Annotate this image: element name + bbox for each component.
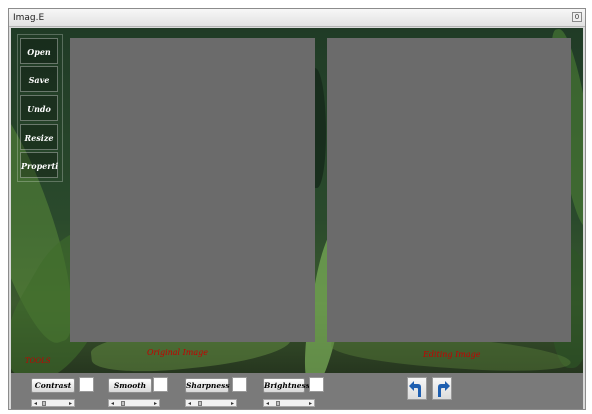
original-image-caption: Original Image bbox=[147, 348, 209, 357]
resize-button[interactable]: Resize bbox=[20, 124, 58, 150]
editing-image-caption: Editing Image bbox=[423, 350, 481, 359]
contrast-slider[interactable]: ◂ ▸ bbox=[31, 399, 75, 407]
close-button[interactable]: 0 bbox=[572, 12, 582, 22]
contrast-slider-thumb[interactable] bbox=[42, 401, 46, 406]
redo-arrow-button[interactable] bbox=[432, 377, 452, 400]
scroll-right-icon[interactable]: ▸ bbox=[154, 401, 157, 407]
tools-section-label: TOOLS bbox=[25, 357, 51, 365]
contrast-button[interactable]: Contrast bbox=[31, 378, 75, 393]
editing-image-panel bbox=[327, 38, 571, 342]
brightness-slider[interactable]: ◂ ▸ bbox=[263, 399, 315, 407]
sharpness-button[interactable]: Sharpness bbox=[185, 378, 230, 393]
smooth-value-box[interactable] bbox=[153, 377, 168, 392]
contrast-value-box[interactable] bbox=[79, 377, 94, 392]
sharpness-slider[interactable]: ◂ ▸ bbox=[185, 399, 237, 407]
background-canvas: Open Save Undo Resize Properti Original … bbox=[11, 28, 583, 373]
scroll-left-icon[interactable]: ◂ bbox=[34, 401, 37, 407]
title-bar: Imag.E 0 bbox=[9, 9, 585, 27]
brightness-button[interactable]: Brightness bbox=[263, 378, 310, 393]
sharpness-value-box[interactable] bbox=[232, 377, 247, 392]
adjustment-toolbar: Contrast ◂ ▸ Smooth ◂ ▸ Sharpness ◂ ▸ Br… bbox=[11, 373, 583, 409]
undo-arrow-button[interactable] bbox=[407, 377, 427, 400]
properties-button[interactable]: Properti bbox=[20, 152, 58, 178]
smooth-button[interactable]: Smooth bbox=[108, 378, 152, 393]
save-button[interactable]: Save bbox=[20, 66, 58, 92]
open-button[interactable]: Open bbox=[20, 38, 58, 64]
window-title: Imag.E bbox=[13, 13, 45, 23]
undo-button[interactable]: Undo bbox=[20, 95, 58, 121]
brightness-value-box[interactable] bbox=[309, 377, 324, 392]
redo-arrow-icon bbox=[438, 381, 450, 397]
scroll-left-icon[interactable]: ◂ bbox=[188, 401, 191, 407]
smooth-slider[interactable]: ◂ ▸ bbox=[108, 399, 160, 407]
smooth-slider-thumb[interactable] bbox=[121, 401, 125, 406]
scroll-right-icon[interactable]: ▸ bbox=[69, 401, 72, 407]
scroll-left-icon[interactable]: ◂ bbox=[111, 401, 114, 407]
scroll-left-icon[interactable]: ◂ bbox=[266, 401, 269, 407]
scroll-right-icon[interactable]: ▸ bbox=[231, 401, 234, 407]
undo-arrow-icon bbox=[409, 381, 421, 397]
sharpness-slider-thumb[interactable] bbox=[198, 401, 202, 406]
tools-panel: Open Save Undo Resize Properti bbox=[17, 34, 63, 182]
brightness-slider-thumb[interactable] bbox=[276, 401, 280, 406]
main-window: Imag.E 0 Open Save Undo Resize Properti … bbox=[8, 8, 586, 410]
original-image-panel bbox=[70, 38, 315, 342]
scroll-right-icon[interactable]: ▸ bbox=[309, 401, 312, 407]
